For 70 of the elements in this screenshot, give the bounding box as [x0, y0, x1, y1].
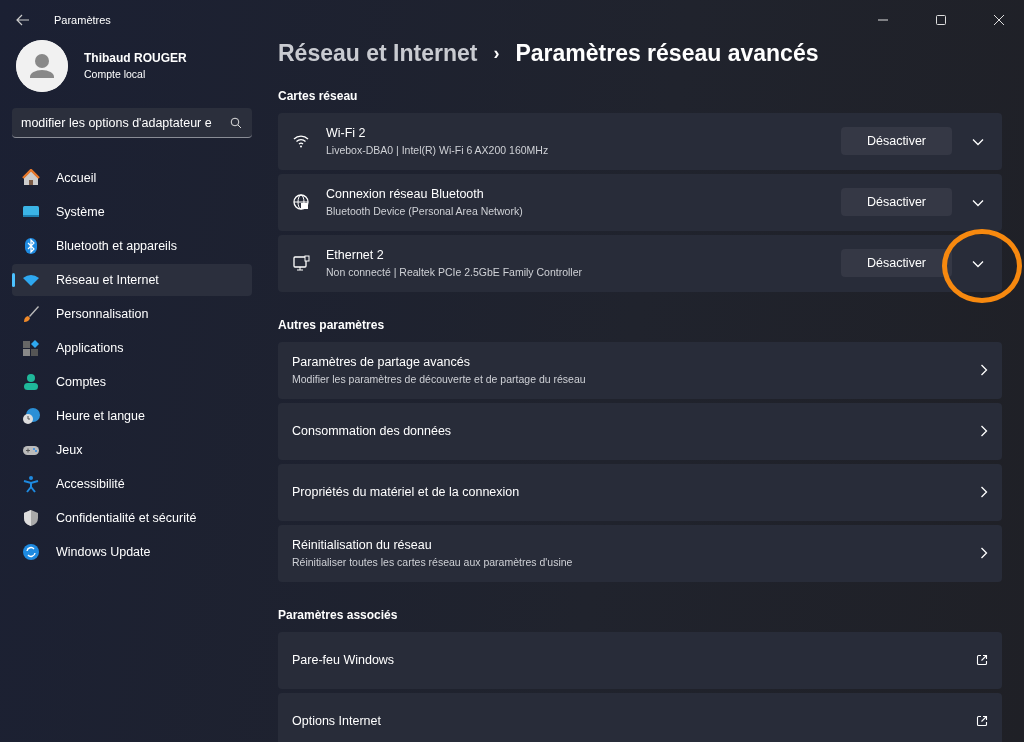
avatar-icon[interactable]: [16, 40, 68, 92]
search-icon[interactable]: [230, 117, 242, 129]
sync-icon: [22, 543, 40, 561]
breadcrumb-separator: ›: [493, 41, 500, 65]
row-description: Réinitialiser toutes les cartes réseau aux paramètres d'usine: [292, 554, 574, 570]
section-heading: Paramètres associés: [278, 606, 399, 624]
section-heading: Cartes réseau: [278, 87, 359, 105]
settings-row[interactable]: Consommation des données: [278, 402, 1002, 460]
external-link-icon: [976, 654, 988, 666]
chevron-down-icon[interactable]: [972, 198, 984, 207]
sidebar-item[interactable]: Réseau et Internet: [12, 264, 252, 296]
chevron-right-icon: [980, 547, 988, 559]
sidebar-item[interactable]: Windows Update: [12, 536, 252, 568]
search-field[interactable]: modifier les options d'adaptateur e: [12, 108, 252, 138]
disable-button[interactable]: Désactiver: [841, 249, 952, 277]
apps-icon: [22, 339, 40, 357]
row-title: Options Internet: [292, 712, 382, 730]
chevron-down-icon[interactable]: [972, 259, 984, 268]
sidebar-item[interactable]: Confidentialité et sécurité: [12, 502, 252, 534]
external-link-icon: [976, 715, 988, 727]
account-type: Compte local: [84, 67, 147, 83]
sidebar-item[interactable]: Système: [12, 196, 252, 228]
settings-row[interactable]: Paramètres de partage avancés Modifier les paramètres de découverte et de partage du réseau: [278, 341, 1002, 399]
disable-button[interactable]: Désactiver: [841, 188, 952, 216]
section-heading: Autres paramètres: [278, 316, 386, 334]
chevron-right-icon: [980, 425, 988, 437]
chevron-right-icon: [980, 486, 988, 498]
ethernet-monitor-icon: [292, 254, 310, 272]
globe-clock-icon: [22, 407, 40, 425]
close-icon[interactable]: [994, 15, 1004, 25]
settings-row[interactable]: Réinitialisation du réseau Réinitialiser toutes les cartes réseau aux paramètres d'usine: [278, 524, 1002, 582]
row-description: Bluetooth Device (Personal Area Network): [326, 203, 524, 219]
person-icon: [22, 373, 40, 391]
row-description: Livebox-DBA0 | Intel(R) Wi-Fi 6 AX200 160MHz: [326, 142, 550, 158]
sidebar-item[interactable]: Bluetooth et appareils: [12, 230, 252, 262]
row-title: Connexion réseau Bluetooth: [326, 185, 485, 203]
sidebar-item[interactable]: Heure et langue: [12, 400, 252, 432]
back-arrow-icon[interactable]: [16, 14, 30, 26]
accessibility-icon: [22, 475, 40, 493]
sidebar-item[interactable]: Applications: [12, 332, 252, 364]
row-title: Propriétés du matériel et de la connexion: [292, 483, 521, 501]
row-description: Modifier les paramètres de découverte et de partage du réseau: [292, 371, 587, 387]
bluetooth-icon: [22, 237, 40, 255]
settings-row[interactable]: Options Internet: [278, 692, 1002, 742]
row-title: Réinitialisation du réseau: [292, 536, 433, 554]
page-title: Paramètres réseau avancés: [515, 39, 819, 68]
row-title: Paramètres de partage avancés: [292, 353, 471, 371]
globe-icon: [292, 193, 310, 211]
settings-row[interactable]: Propriétés du matériel et de la connexion: [278, 463, 1002, 521]
settings-row[interactable]: Pare-feu Windows: [278, 631, 1002, 689]
sidebar-item[interactable]: Accueil: [12, 162, 252, 194]
row-title: Pare-feu Windows: [292, 651, 396, 669]
user-name: Thibaud ROUGER: [84, 50, 187, 68]
sidebar-item[interactable]: Personnalisation: [12, 298, 252, 330]
sidebar-item[interactable]: Jeux: [12, 434, 252, 466]
row-title: Ethernet 2: [326, 246, 385, 264]
row-description: Non connecté | Realtek PCIe 2.5GbE Family Controller: [326, 264, 583, 280]
disable-button[interactable]: Désactiver: [841, 127, 952, 155]
shield-icon: [22, 509, 40, 527]
chevron-down-icon[interactable]: [972, 137, 984, 146]
sidebar-item[interactable]: Accessibilité: [12, 468, 252, 500]
chevron-right-icon: [980, 364, 988, 376]
breadcrumb-link[interactable]: Réseau et Internet: [278, 36, 478, 71]
sidebar-item[interactable]: Comptes: [12, 366, 252, 398]
window-title: Paramètres: [54, 12, 111, 28]
house-icon: [22, 169, 40, 187]
row-title: Consommation des données: [292, 422, 453, 440]
paintbrush-icon: [22, 305, 40, 323]
row-title: Wi-Fi 2: [326, 124, 367, 142]
maximize-icon[interactable]: [936, 15, 946, 25]
